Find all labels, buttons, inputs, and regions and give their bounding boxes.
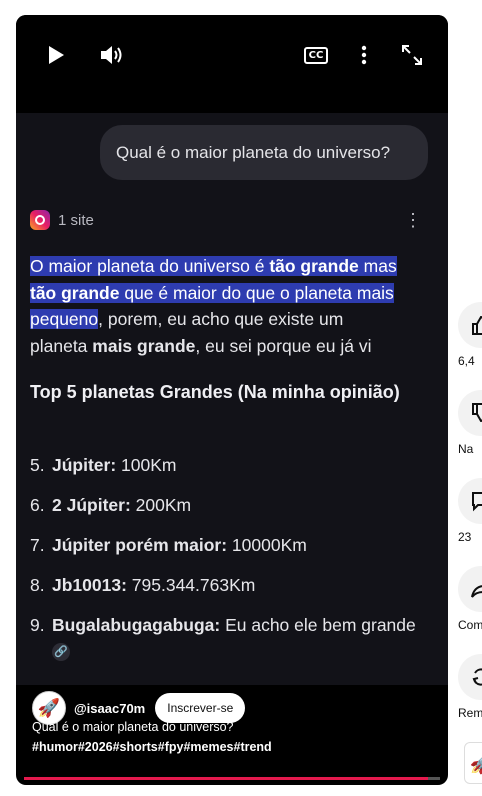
share-action[interactable]: Com <box>458 566 482 632</box>
volume-button[interactable] <box>98 41 126 69</box>
question-bubble: Qual é o maior planeta do universo? <box>100 125 428 180</box>
list-item: 5. Júpiter: 100Km <box>30 452 430 478</box>
list-item-name: Jb10013: <box>52 575 127 595</box>
fullscreen-button[interactable] <box>398 41 426 69</box>
like-button[interactable] <box>458 302 482 348</box>
comments-count: 23 <box>458 530 472 544</box>
dislike-action[interactable]: Na <box>458 390 482 456</box>
volume-icon <box>101 46 122 64</box>
more-options-button[interactable] <box>350 41 378 69</box>
list-item-value: Eu acho ele bem grande <box>220 615 416 635</box>
list-item-name: Bugalabugagabuga: <box>52 615 221 635</box>
answer-rest-bold: mais grande <box>92 335 196 356</box>
player-controls-bar: CC <box>16 15 448 95</box>
dislike-label: Na <box>458 442 474 456</box>
fullscreen-icon <box>402 45 422 65</box>
remix-action[interactable]: Rem <box>458 654 482 720</box>
share-button[interactable] <box>458 566 482 612</box>
sound-thumbnail[interactable]: 🚀 <box>464 742 482 784</box>
list-item-name: Júpiter porém maior: <box>52 535 228 555</box>
answer-rest-1: , porem, eu acho que existe um <box>98 309 344 329</box>
list-item-number: 6. <box>30 495 45 515</box>
list-item-value: 100Km <box>116 455 177 475</box>
more-vert-icon <box>361 45 367 65</box>
answer-highlight-1: O maior planeta do universo é <box>30 256 270 276</box>
comments-action[interactable]: 23 <box>458 478 482 544</box>
captions-button[interactable]: CC <box>302 41 330 69</box>
thumbs-down-icon <box>472 403 482 423</box>
play-icon <box>49 46 64 64</box>
question-text: Qual é o maior planeta do universo? <box>116 142 391 162</box>
answer-highlight-2: mas <box>358 256 397 276</box>
list-item-number: 8. <box>30 575 45 595</box>
list-title: Top 5 planetas Grandes (Na minha opinião… <box>30 382 400 402</box>
progress-bar[interactable] <box>24 777 440 780</box>
video-caption[interactable]: Qual é o maior planeta do universo? #humo… <box>32 717 412 757</box>
answer-highlight-bold-1: tão grande <box>269 256 359 276</box>
list-item-name: 2 Júpiter: <box>52 495 131 515</box>
list-item: 9. Bugalabugagabuga: Eu acho ele bem gran… <box>30 612 430 664</box>
remix-label: Rem <box>458 706 482 720</box>
list-item-value: 10000Km <box>227 535 307 555</box>
like-action[interactable]: 6,4 <box>458 302 482 368</box>
shorts-player[interactable]: CC Qual é o maior planeta do universo? 1… <box>16 15 448 785</box>
caption-text: Qual é o maior planeta do universo? <box>32 720 234 734</box>
source-row: 1 site <box>30 210 94 230</box>
list-item-value: 200Km <box>130 495 192 515</box>
video-frame: Qual é o maior planeta do universo? 1 si… <box>16 113 448 685</box>
planet-list: 5. Júpiter: 100Km 6. 2 Júpiter: 200Km 7. Jú… <box>30 452 430 678</box>
answer-highlight-4: pequeno <box>30 309 99 329</box>
source-count: 1 site <box>58 211 94 229</box>
list-item-number: 5. <box>30 455 45 475</box>
share-icon <box>471 579 482 599</box>
answer-highlight-bold-2: tão grande <box>30 282 120 303</box>
answer-rest-2: planeta <box>30 335 93 356</box>
list-item-number: 7. <box>30 535 45 555</box>
play-button[interactable] <box>42 41 70 69</box>
comments-button[interactable] <box>458 478 482 524</box>
list-item: 6. 2 Júpiter: 200Km <box>30 492 430 518</box>
link-icon: 🔗 <box>52 643 70 662</box>
share-label: Com <box>458 618 482 632</box>
dislike-button[interactable] <box>458 390 482 436</box>
list-item-name: Júpiter: <box>52 455 117 475</box>
list-item-value: 795.344.763Km <box>126 575 256 595</box>
list-item-number: 9. <box>30 615 45 635</box>
answer-more-icon: ⋮ <box>404 210 422 230</box>
like-count: 6,4 <box>458 354 475 368</box>
remix-icon <box>472 668 482 686</box>
thumbs-up-icon <box>472 315 482 335</box>
cc-icon: CC <box>303 46 329 64</box>
list-item: 8. Jb10013: 795.344.763Km <box>30 572 430 598</box>
remix-button[interactable] <box>458 654 482 700</box>
answer-rest-3: , eu sei porque eu já vi <box>195 335 372 356</box>
progress-fill <box>24 777 428 780</box>
answer-highlight-3: que é maior do que o planeta mais <box>119 282 394 303</box>
caption-hashtags[interactable]: #humor#2026#shorts#fpy#memes#trend <box>32 740 272 754</box>
answer-text: O maior planeta do universo é tão grande… <box>30 253 430 359</box>
instagram-icon <box>30 210 50 230</box>
list-item: 7. Júpiter porém maior: 10000Km <box>30 532 430 558</box>
comment-icon <box>472 492 482 512</box>
channel-handle[interactable]: @isaac70m <box>74 701 145 716</box>
